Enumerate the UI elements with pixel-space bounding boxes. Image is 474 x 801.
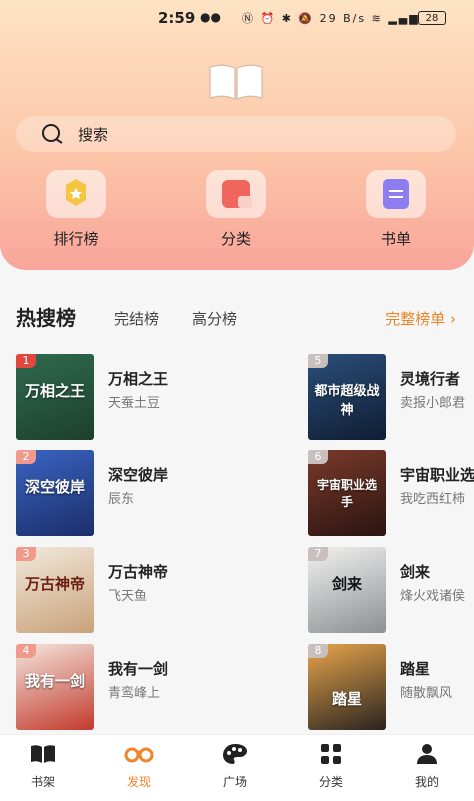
quick-action-label: 排行榜 — [53, 230, 99, 248]
book-item[interactable]: 8 踏星 踏星 随散飘风 — [308, 644, 474, 730]
app-book-logo-icon — [209, 64, 263, 100]
book-author: 我吃西红柿 — [400, 492, 466, 507]
book-title: 深空彼岸 — [108, 466, 169, 484]
nav-category[interactable]: 分类 — [291, 743, 371, 790]
quick-action-booklist[interactable]: 书单 — [356, 170, 436, 249]
book-cover: 2 深空彼岸 — [16, 450, 94, 536]
rank-badge: 8 — [308, 644, 328, 658]
grid-icon — [321, 744, 341, 764]
net-speed: 29 B/s — [319, 12, 367, 25]
book-cover: 4 我有一剑 — [16, 644, 94, 730]
category-icon — [206, 170, 266, 218]
book-item[interactable]: 7 剑来 剑来 烽火戏诸侯 — [308, 547, 474, 633]
book-item[interactable]: 5 都市超级战神 灵境行者 卖报小郎君 — [308, 354, 474, 440]
book-cover: 7 剑来 — [308, 547, 386, 633]
rank-badge: 6 — [308, 450, 328, 464]
nav-discover[interactable]: 发现 — [99, 743, 179, 790]
cover-title: 宇宙职业选手 — [316, 478, 377, 509]
cover-title: 我有一剑 — [24, 672, 85, 690]
quick-action-ranking[interactable]: 排行榜 — [36, 170, 116, 249]
rank-badge: 4 — [16, 644, 36, 658]
discover-icon — [124, 747, 154, 763]
nav-mine[interactable]: 我的 — [387, 743, 467, 790]
signal-icon: ▂▄▆ — [388, 12, 420, 25]
book-item[interactable]: 2 深空彼岸 深空彼岸 辰东 — [16, 450, 256, 536]
bookshelf-icon — [31, 745, 55, 763]
rank-badge: 5 — [308, 354, 328, 368]
book-cover: 5 都市超级战神 — [308, 354, 386, 440]
status-time: 2:59 — [158, 9, 196, 27]
ranking-icon — [46, 170, 106, 218]
rank-badge: 3 — [16, 547, 36, 561]
cover-title: 都市超级战神 — [314, 384, 380, 418]
search-bar[interactable]: 搜索 — [16, 116, 456, 152]
nfc-icon: Ⓝ — [242, 12, 255, 25]
alarm-icon: ⏰ — [260, 12, 277, 25]
book-cover: 8 踏星 — [308, 644, 386, 730]
book-cover: 1 万相之王 — [16, 354, 94, 440]
book-title: 宇宙职业选手 — [400, 466, 474, 484]
nav-label: 发现 — [126, 775, 151, 789]
palette-icon — [223, 744, 247, 764]
wechat-icon: ●● — [200, 10, 221, 24]
search-placeholder: 搜索 — [78, 126, 109, 144]
status-bar: 2:59 ●● Ⓝ ⏰ ✱ 🔕 29 B/s ≋ ▂▄▆ 28 — [0, 8, 474, 28]
quick-action-label: 书单 — [380, 230, 411, 248]
ranking-tabs: 热搜榜 完结榜 高分榜 完整榜单 › — [16, 302, 456, 332]
nav-label: 我的 — [414, 775, 439, 789]
quick-action-category[interactable]: 分类 — [196, 170, 276, 249]
book-author: 青鸾峰上 — [108, 686, 161, 701]
book-title: 踏星 — [400, 660, 431, 678]
cover-title: 万相之王 — [24, 382, 85, 400]
full-list-label: 完整榜单 — [385, 310, 446, 328]
book-author: 天蚕土豆 — [108, 396, 161, 411]
book-title: 万古神帝 — [108, 563, 169, 581]
quick-action-label: 分类 — [220, 230, 251, 248]
booklist-icon — [366, 170, 426, 218]
book-title: 灵境行者 — [400, 370, 461, 388]
book-author: 烽火戏诸侯 — [400, 589, 466, 604]
book-author: 飞天鱼 — [108, 589, 148, 604]
rank-badge: 1 — [16, 354, 36, 368]
book-title: 万相之王 — [108, 370, 169, 388]
nav-bookshelf[interactable]: 书架 — [3, 743, 83, 790]
tab-finished[interactable]: 完结榜 — [114, 308, 159, 329]
cover-title: 万古神帝 — [24, 575, 85, 593]
cover-title: 剑来 — [331, 575, 362, 593]
book-author: 辰东 — [108, 492, 135, 507]
full-list-link[interactable]: 完整榜单 › — [385, 308, 456, 329]
mute-icon: 🔕 — [298, 12, 315, 25]
nav-label: 书架 — [30, 775, 55, 789]
book-author: 随散飘风 — [400, 686, 453, 701]
book-cover: 3 万古神帝 — [16, 547, 94, 633]
bottom-nav: 书架 发现 广场 分类 我的 — [0, 734, 474, 801]
nav-label: 广场 — [222, 775, 247, 789]
cover-title: 深空彼岸 — [24, 478, 85, 496]
tab-high-score[interactable]: 高分榜 — [192, 308, 237, 329]
status-icons: Ⓝ ⏰ ✱ 🔕 29 B/s ≋ ▂▄▆ — [242, 10, 420, 26]
book-item[interactable]: 1 万相之王 万相之王 天蚕土豆 — [16, 354, 256, 440]
tab-hot-search[interactable]: 热搜榜 — [16, 302, 76, 331]
book-item[interactable]: 4 我有一剑 我有一剑 青鸾峰上 — [16, 644, 256, 730]
book-title: 我有一剑 — [108, 660, 169, 678]
book-item[interactable]: 3 万古神帝 万古神帝 飞天鱼 — [16, 547, 256, 633]
chevron-right-icon: › — [450, 310, 456, 328]
book-author: 卖报小郎君 — [400, 396, 466, 411]
person-icon — [417, 744, 437, 764]
bluetooth-icon: ✱ — [281, 12, 293, 25]
search-icon — [42, 124, 63, 144]
book-title: 剑来 — [400, 563, 431, 581]
wifi-icon: ≋ — [371, 12, 383, 25]
nav-square[interactable]: 广场 — [195, 743, 275, 790]
battery-indicator: 28 — [418, 11, 446, 25]
rank-badge: 7 — [308, 547, 328, 561]
book-item[interactable]: 6 宇宙职业选手 宇宙职业选手 我吃西红柿 — [308, 450, 474, 536]
book-cover: 6 宇宙职业选手 — [308, 450, 386, 536]
rank-badge: 2 — [16, 450, 36, 464]
cover-title: 踏星 — [331, 690, 362, 708]
nav-label: 分类 — [318, 775, 343, 789]
